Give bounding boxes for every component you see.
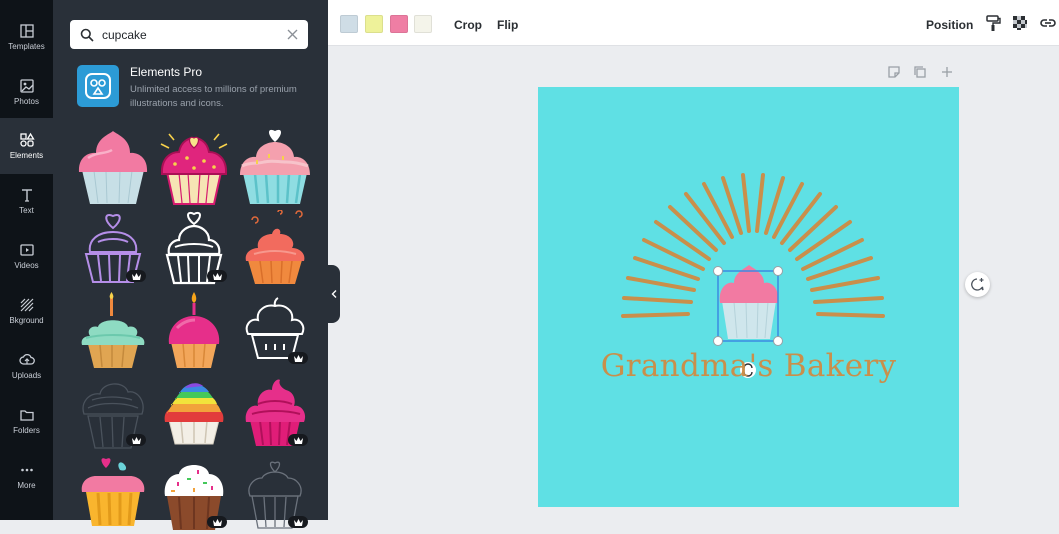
result-magenta-cupcake[interactable] [238, 374, 312, 452]
sidebar-item-templates[interactable]: Templates [0, 9, 53, 65]
result-pink-frosted-cupcake[interactable] [76, 128, 150, 206]
search-box [70, 20, 308, 49]
premium-badge [288, 434, 308, 446]
templates-icon [19, 24, 34, 38]
duplicate-page-icon[interactable] [913, 65, 927, 79]
result-outline-white-cupcake[interactable] [157, 210, 231, 288]
paint-roller-icon[interactable] [984, 14, 1002, 32]
add-comment-button[interactable] [965, 272, 990, 297]
color-swatch-2[interactable] [365, 15, 383, 33]
elements-icon [19, 132, 35, 147]
elements-pro-promo[interactable]: Elements Pro Unlimited access to million… [77, 63, 317, 113]
transparency-icon[interactable] [1011, 14, 1029, 32]
design-page[interactable]: Grandma's Bakery [538, 87, 959, 507]
premium-badge [126, 270, 146, 282]
chevron-left-icon [331, 290, 336, 298]
sidebar-item-videos[interactable]: Videos [0, 228, 53, 284]
crown-icon [131, 436, 141, 444]
result-heart-topped-cupcake[interactable] [238, 128, 312, 206]
result-sprinkle-chocolate-cupcake[interactable] [157, 456, 231, 534]
left-rail: Templates Photos Elements Text Videos Bk… [0, 0, 53, 520]
background-icon [20, 298, 33, 312]
sidebar-item-label: Bkground [9, 316, 44, 325]
sidebar-item-uploads[interactable]: Uploads [0, 338, 53, 394]
promo-description: Unlimited access to millions of premium … [130, 84, 297, 109]
collapse-panel-button[interactable] [327, 265, 340, 323]
search-icon [80, 28, 94, 42]
sidebar-item-elements[interactable]: Elements [0, 118, 53, 174]
sidebar-item-label: Folders [13, 426, 40, 435]
result-sketch-outline-cupcake[interactable] [238, 456, 312, 534]
comment-add-icon [971, 278, 984, 291]
search-input[interactable] [102, 27, 287, 42]
photos-icon [19, 79, 34, 93]
sidebar-item-label: Templates [8, 42, 45, 51]
result-heart-cupcake-with-sprinkles[interactable] [157, 128, 231, 206]
editor-toolbar: Crop Flip Position [328, 0, 1059, 46]
folders-icon [19, 410, 34, 421]
close-icon[interactable] [287, 29, 298, 40]
color-swatch-3[interactable] [390, 15, 408, 33]
color-swatch-4[interactable] [414, 15, 432, 33]
result-purple-line-cupcake[interactable] [76, 210, 150, 288]
sunburst-graphic [621, 173, 885, 378]
result-candle-mint-cupcake[interactable] [76, 292, 150, 370]
premium-badge [207, 270, 227, 282]
sidebar-item-photos[interactable]: Photos [0, 64, 53, 120]
crop-button[interactable]: Crop [454, 18, 482, 32]
brand-text[interactable]: Grandma's Bakery [538, 348, 959, 384]
elements-panel: Elements Pro Unlimited access to million… [53, 0, 328, 530]
sidebar-item-background[interactable]: Bkground [0, 283, 53, 339]
sidebar-item-label: More [17, 481, 36, 490]
position-button[interactable]: Position [926, 18, 973, 32]
add-page-icon[interactable] [940, 65, 954, 79]
crown-icon [293, 436, 303, 444]
cupcake-icon [81, 458, 145, 526]
cupcake-icon [245, 210, 305, 284]
premium-badge [126, 434, 146, 446]
flip-button[interactable]: Flip [497, 18, 518, 32]
videos-icon [19, 244, 34, 256]
cupcake-icon [240, 129, 310, 204]
cupcake-icon [78, 131, 148, 204]
crown-icon [212, 272, 222, 280]
uploads-icon [18, 353, 35, 365]
sidebar-item-text[interactable]: Text [0, 173, 53, 229]
link-icon[interactable] [1039, 14, 1057, 32]
add-note-icon[interactable] [887, 65, 901, 79]
color-swatch-1[interactable] [340, 15, 358, 33]
crown-icon [293, 354, 303, 362]
cupcake-icon [164, 383, 224, 445]
more-icon [20, 468, 33, 472]
result-heart-yellow-cupcake[interactable] [76, 456, 150, 534]
result-dark-sketch-cupcake[interactable] [76, 374, 150, 452]
sidebar-item-folders[interactable]: Folders [0, 393, 53, 449]
text-icon [21, 189, 32, 202]
sidebar-item-label: Uploads [11, 371, 42, 380]
cupcake-icon [168, 292, 220, 368]
premium-badge [288, 516, 308, 528]
sidebar-item-more[interactable]: More [0, 448, 53, 504]
cupcake-icon [160, 133, 228, 205]
result-pink-cupcake-with-candle[interactable] [157, 292, 231, 370]
cupcake-icon [81, 292, 145, 368]
sidebar-item-label: Text [19, 206, 34, 215]
result-outline-cupcake-icon[interactable] [238, 292, 312, 370]
result-orange-swirl-cupcake[interactable] [238, 210, 312, 288]
crown-icon [131, 272, 141, 280]
premium-badge [207, 516, 227, 528]
sidebar-item-label: Photos [14, 97, 39, 106]
premium-badge [288, 352, 308, 364]
sidebar-item-label: Elements [9, 151, 44, 160]
elements-pro-icon [77, 65, 119, 107]
sidebar-item-label: Videos [14, 261, 39, 270]
promo-title: Elements Pro [130, 65, 203, 79]
selected-cupcake-element[interactable] [713, 265, 783, 346]
page-actions [883, 65, 958, 81]
result-rainbow-cupcake[interactable] [157, 374, 231, 452]
